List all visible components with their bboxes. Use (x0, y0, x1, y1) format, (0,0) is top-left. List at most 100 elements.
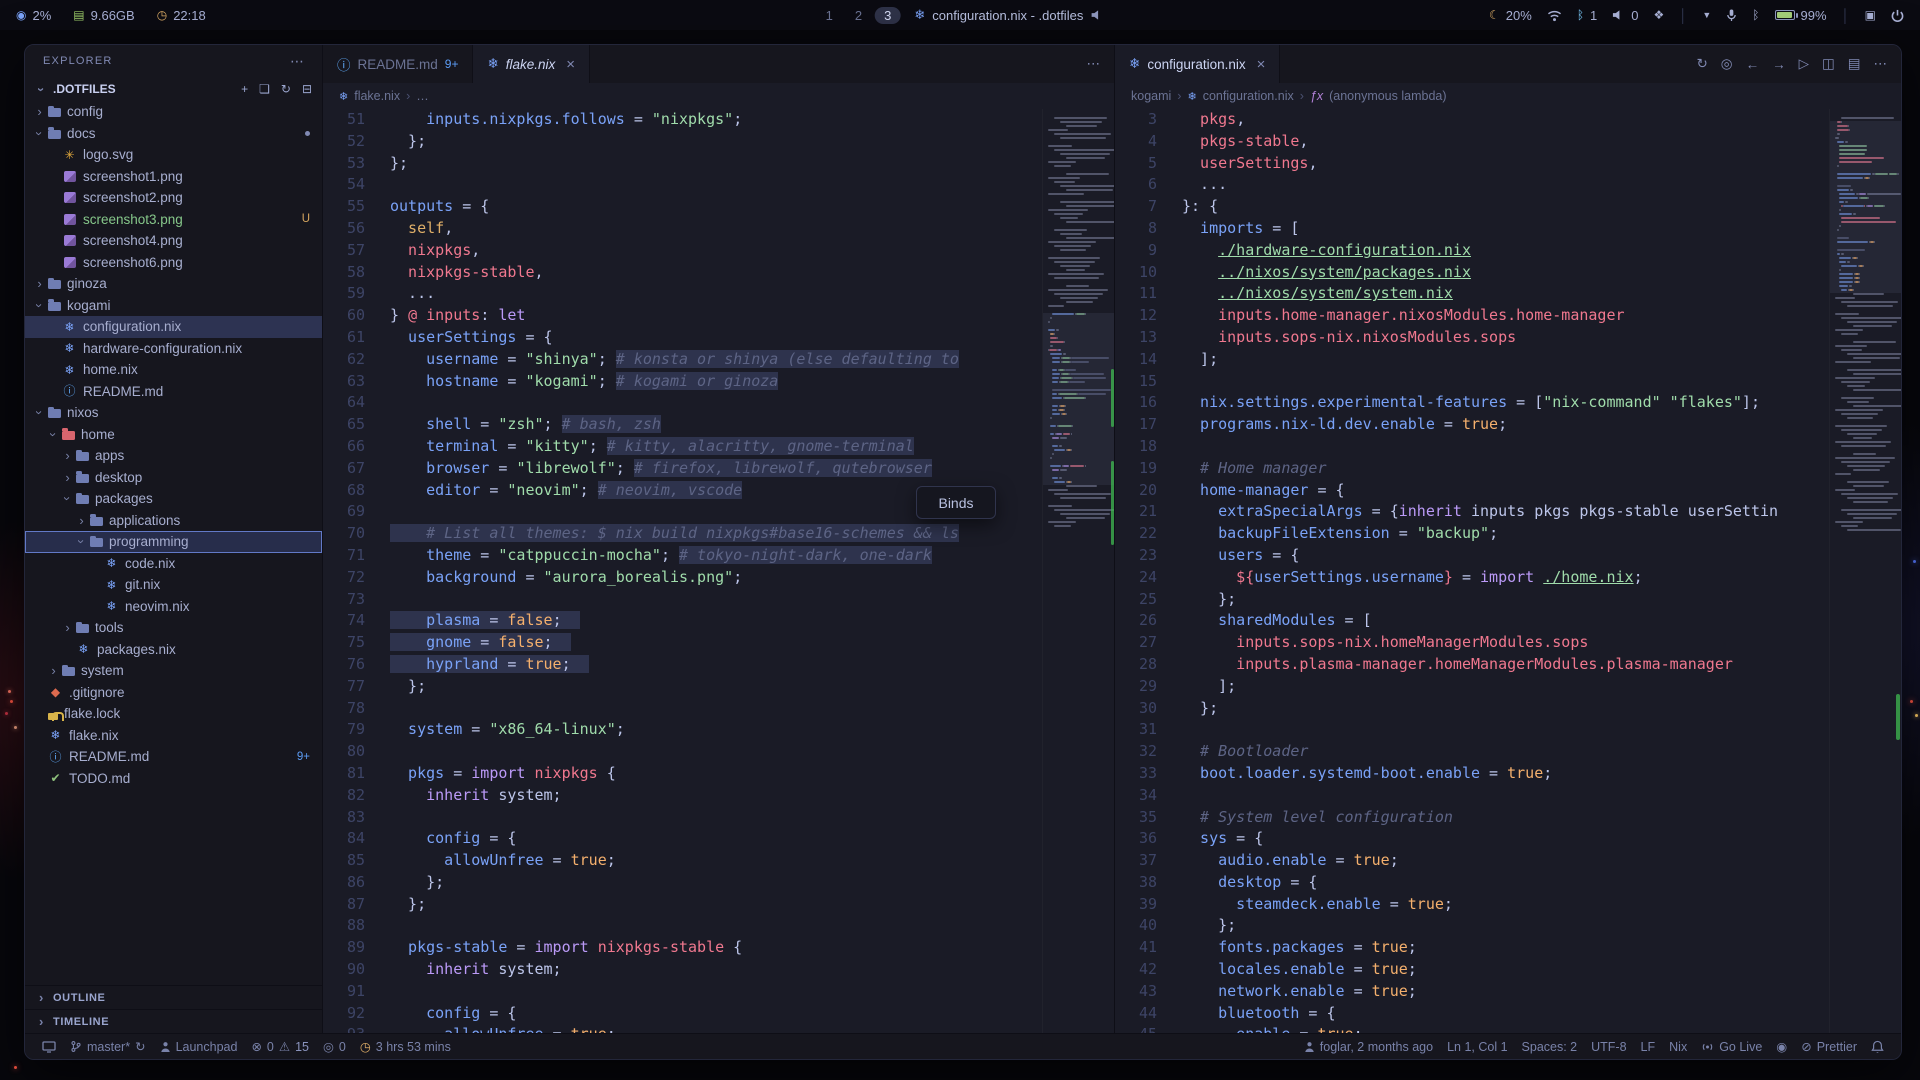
tree-item[interactable]: ⓘREADME.md9+ (25, 746, 322, 768)
tree-item[interactable]: ❄packages.nix (25, 639, 322, 661)
split-editor-icon[interactable]: ◫ (1822, 56, 1835, 72)
tree-item[interactable]: ❄flake.nix (25, 725, 322, 747)
tree-item[interactable]: ❄code.nix (25, 553, 322, 575)
tree-item[interactable]: screenshot1.png (25, 166, 322, 188)
notifications-button[interactable] (1864, 1034, 1891, 1059)
prettier-button[interactable]: ⊘ Prettier (1794, 1034, 1864, 1059)
minimap-slider[interactable] (1830, 121, 1901, 293)
chevron-icon[interactable]: › (61, 448, 74, 463)
tab-readme[interactable]: ⓘ README.md 9+ (323, 45, 473, 83)
explorer-section-header[interactable]: › .DOTFILES + ❏ ↻ ⊟ (25, 77, 322, 101)
back-icon[interactable]: ← (1746, 57, 1760, 72)
brightness-module[interactable]: ☾ 20% (1489, 8, 1532, 23)
tree-item[interactable]: ❄home.nix (25, 359, 322, 381)
tree-item[interactable]: screenshot4.png (25, 230, 322, 252)
more-actions-icon[interactable]: ⋯ (1087, 56, 1101, 72)
language-mode-button[interactable]: Nix (1662, 1034, 1694, 1059)
chevron-icon[interactable]: › (33, 104, 46, 119)
tree-item[interactable]: screenshot2.png (25, 187, 322, 209)
power-button[interactable] (1891, 9, 1904, 22)
tab-configuration-nix[interactable]: ❄ configuration.nix × (1115, 45, 1280, 83)
workspace-1[interactable]: 1 (817, 7, 842, 24)
chevron-icon[interactable]: › (61, 620, 74, 635)
chevron-icon[interactable]: › (32, 299, 47, 312)
indentation-button[interactable]: Spaces: 2 (1515, 1034, 1585, 1059)
layout-icon[interactable]: ▤ (1848, 56, 1861, 72)
clock-module[interactable]: ◷ 22:18 (157, 8, 206, 23)
breadcrumb-more[interactable]: … (416, 89, 429, 103)
ports-button[interactable]: ◎ 0 (316, 1034, 353, 1059)
breadcrumb-file[interactable]: flake.nix (354, 89, 400, 103)
new-folder-icon[interactable]: ❏ (259, 82, 270, 96)
tree-item[interactable]: ›desktop (25, 467, 322, 489)
go-live-button[interactable]: Go Live (1694, 1034, 1769, 1059)
tree-item[interactable]: ❄git.nix (25, 574, 322, 596)
tree-item[interactable]: screenshot3.pngU (25, 209, 322, 231)
breadcrumb[interactable]: ❄ flake.nix › … (323, 83, 1114, 109)
outline-section[interactable]: › OUTLINE (25, 985, 322, 1009)
battery-module[interactable]: 99% (1775, 8, 1827, 23)
chevron-icon[interactable]: › (75, 513, 88, 528)
tree-item[interactable]: ❄configuration.nix (25, 316, 322, 338)
code-area-flake[interactable]: 51 inputs.nixpkgs.follows = "nixpkgs";52… (323, 109, 1114, 1033)
more-actions-icon[interactable]: ⋯ (290, 53, 304, 70)
browser-preview-button[interactable]: ◉ (1769, 1034, 1794, 1059)
tree-item[interactable]: ›kogami (25, 295, 322, 317)
new-file-icon[interactable]: + (241, 82, 248, 96)
tree-item[interactable]: ›system (25, 660, 322, 682)
forward-icon[interactable]: → (1772, 57, 1786, 72)
microphone-module[interactable] (1726, 8, 1737, 22)
remote-window-button[interactable] (35, 1034, 63, 1059)
breadcrumb-folder[interactable]: kogami (1131, 89, 1171, 103)
minimap-slider[interactable] (1043, 313, 1114, 485)
tree-item[interactable]: ›applications (25, 510, 322, 532)
close-icon[interactable]: × (1257, 56, 1266, 73)
tree-item[interactable]: ›ginoza (25, 273, 322, 295)
cpu-module[interactable]: ◉ 2% (16, 8, 51, 23)
tray-expand-button[interactable]: ▼ (1702, 10, 1711, 20)
collapse-all-icon[interactable]: ⊟ (302, 82, 312, 96)
problems-button[interactable]: ⊗ 0 ⚠ 15 (244, 1034, 316, 1059)
tree-item[interactable]: ›home (25, 424, 322, 446)
tree-item[interactable]: ✔TODO.md (25, 768, 322, 790)
wakatime-button[interactable]: ◷ 3 hrs 53 mins (353, 1034, 458, 1059)
timeline-section[interactable]: › TIMELINE (25, 1009, 322, 1033)
tree-item[interactable]: ⓘREADME.md (25, 381, 322, 403)
sync-icon[interactable]: ↻ (1696, 56, 1707, 72)
tree-item[interactable]: ›packages (25, 488, 322, 510)
launchpad-button[interactable]: Launchpad (153, 1034, 245, 1059)
chevron-icon[interactable]: › (61, 470, 74, 485)
binds-popup[interactable]: Binds (916, 486, 996, 519)
encoding-button[interactable]: UTF-8 (1584, 1034, 1633, 1059)
git-branch-button[interactable]: master* ↻ (63, 1034, 153, 1059)
tree-item[interactable]: ✳logo.svg (25, 144, 322, 166)
chevron-icon[interactable]: › (60, 492, 75, 505)
run-file-icon[interactable]: ▷ (1799, 56, 1809, 72)
tree-item[interactable]: ›apps (25, 445, 322, 467)
bluetooth-module[interactable]: ᛒ 1 (1577, 8, 1597, 23)
minimap[interactable] (1829, 109, 1901, 1033)
breadcrumb-symbol[interactable]: (anonymous lambda) (1329, 89, 1446, 103)
tree-item[interactable]: ❄hardware-configuration.nix (25, 338, 322, 360)
eol-button[interactable]: LF (1634, 1034, 1663, 1059)
screenshot-button[interactable]: ▣ (1865, 8, 1876, 22)
chevron-icon[interactable]: › (32, 406, 47, 419)
breadcrumb-file[interactable]: configuration.nix (1203, 89, 1294, 103)
tray-bluetooth-module[interactable]: ᛒ (1752, 8, 1759, 22)
minimap[interactable] (1042, 109, 1114, 1033)
tree-item[interactable]: screenshot6.png (25, 252, 322, 274)
chevron-icon[interactable]: › (47, 663, 60, 678)
tab-flake-nix[interactable]: ❄ flake.nix × (473, 45, 590, 83)
git-blame-item[interactable]: foglar, 2 months ago (1297, 1034, 1440, 1059)
chevron-icon[interactable]: › (33, 276, 46, 291)
breadcrumb[interactable]: kogami › ❄ configuration.nix › ƒx (anony… (1115, 83, 1901, 109)
wifi-module[interactable] (1547, 9, 1562, 22)
open-changes-icon[interactable]: ◎ (1721, 56, 1733, 72)
close-icon[interactable]: × (566, 56, 575, 73)
volume-module[interactable]: 0 (1612, 8, 1638, 23)
chevron-icon[interactable]: › (32, 127, 47, 140)
chevron-icon[interactable]: › (74, 535, 89, 548)
tree-item[interactable]: ›programming (25, 531, 322, 553)
code-area-configuration[interactable]: 3 pkgs,4 pkgs-stable,5 userSettings,6 ..… (1115, 109, 1901, 1033)
scratchpad-module[interactable]: ❖ (1653, 8, 1664, 22)
